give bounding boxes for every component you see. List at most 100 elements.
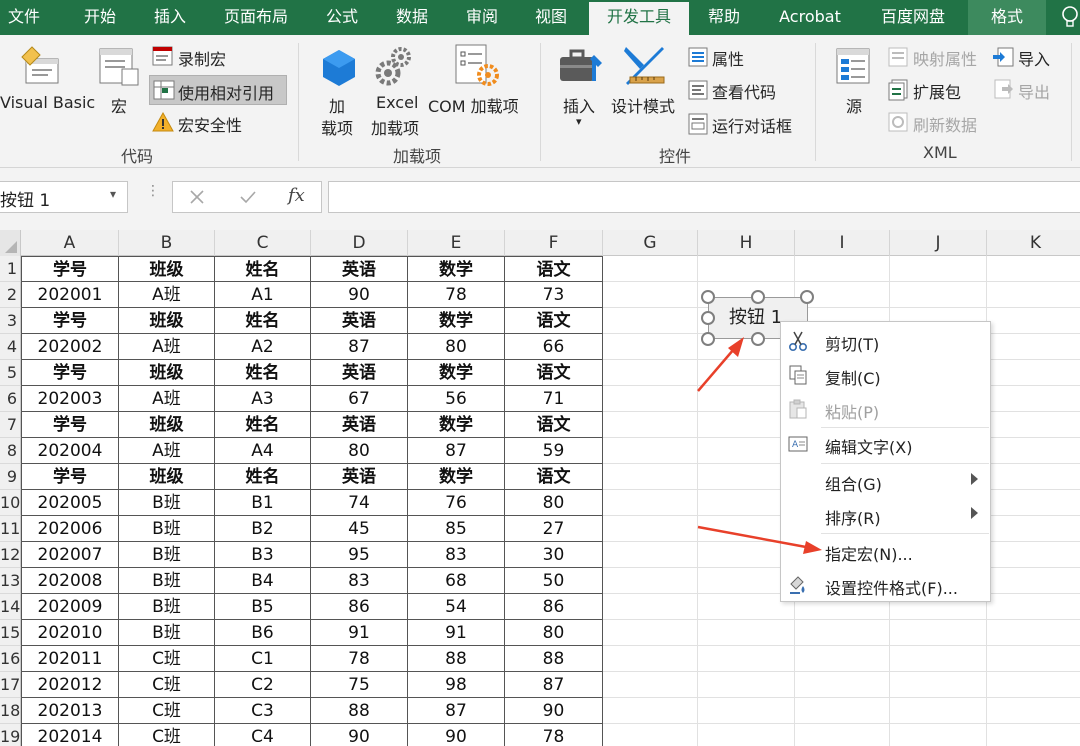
data-cell[interactable]: A班 [119, 386, 215, 412]
data-cell[interactable]: A班 [119, 334, 215, 360]
data-cell[interactable]: 78 [408, 282, 505, 308]
relative-reference-button[interactable]: 使用相对引用 [149, 75, 287, 105]
excel-addins-button-line2[interactable]: 加载项 [371, 115, 419, 139]
data-cell[interactable]: B5 [215, 594, 311, 620]
data-cell[interactable]: 87 [505, 672, 603, 698]
row-header[interactable]: 15 [0, 620, 21, 646]
header-cell[interactable]: 班级 [119, 412, 215, 438]
data-cell[interactable]: 202003 [21, 386, 119, 412]
design-mode-icon[interactable] [622, 43, 668, 89]
resize-handle-bottom-left[interactable] [701, 332, 715, 346]
menu-item-paste[interactable]: 粘贴(P) [781, 392, 990, 426]
com-addins-icon[interactable] [454, 43, 500, 89]
insert-control-button[interactable]: 插入 [563, 93, 595, 117]
column-header-j[interactable]: J [890, 230, 987, 256]
data-cell[interactable]: 90 [311, 282, 408, 308]
data-cell[interactable]: A3 [215, 386, 311, 412]
tab-home[interactable]: 开始 [70, 0, 130, 35]
excel-addins-button-line1[interactable]: Excel [376, 93, 418, 112]
macros-icon[interactable] [98, 45, 142, 89]
tab-help[interactable]: 帮助 [697, 0, 751, 35]
row-header[interactable]: 6 [0, 386, 21, 412]
macro-security-button[interactable]: 宏安全性 [178, 112, 242, 136]
data-cell[interactable]: 98 [408, 672, 505, 698]
header-cell[interactable]: 英语 [311, 308, 408, 334]
lightbulb-icon[interactable] [1060, 5, 1080, 29]
data-cell[interactable]: C3 [215, 698, 311, 724]
data-cell[interactable]: 75 [311, 672, 408, 698]
column-header-i[interactable]: I [795, 230, 890, 256]
data-cell[interactable]: 95 [311, 542, 408, 568]
data-cell[interactable]: C班 [119, 724, 215, 746]
data-cell[interactable]: 66 [505, 334, 603, 360]
row-header[interactable]: 17 [0, 672, 21, 698]
header-cell[interactable]: 姓名 [215, 256, 311, 282]
data-cell[interactable]: B6 [215, 620, 311, 646]
data-cell[interactable]: B班 [119, 568, 215, 594]
data-cell[interactable]: 71 [505, 386, 603, 412]
row-header[interactable]: 1 [0, 256, 21, 282]
tab-baidu-netdisk[interactable]: 百度网盘 [868, 0, 958, 35]
data-cell[interactable]: B班 [119, 490, 215, 516]
toolbox-icon[interactable] [558, 45, 604, 87]
data-cell[interactable]: 87 [408, 698, 505, 724]
data-cell[interactable]: 202006 [21, 516, 119, 542]
design-mode-button[interactable]: 设计模式 [611, 93, 675, 117]
row-header[interactable]: 19 [0, 724, 21, 746]
menu-item-copy[interactable]: 复制(C) [781, 358, 990, 392]
menu-item-group[interactable]: 组合(G) [781, 464, 990, 498]
data-cell[interactable]: 88 [408, 646, 505, 672]
row-header[interactable]: 5 [0, 360, 21, 386]
column-header-f[interactable]: F [505, 230, 603, 256]
data-cell[interactable]: 202009 [21, 594, 119, 620]
header-cell[interactable]: 数学 [408, 412, 505, 438]
data-cell[interactable]: 83 [408, 542, 505, 568]
data-cell[interactable]: 78 [505, 724, 603, 746]
data-cell[interactable]: C班 [119, 698, 215, 724]
data-cell[interactable]: 202001 [21, 282, 119, 308]
menu-item-edit-text[interactable]: A 编辑文字(X) [781, 427, 990, 461]
tab-file[interactable]: 文件 [0, 0, 48, 35]
data-cell[interactable]: 90 [408, 724, 505, 746]
data-cell[interactable]: 56 [408, 386, 505, 412]
header-cell[interactable]: 英语 [311, 360, 408, 386]
data-cell[interactable]: 202004 [21, 438, 119, 464]
column-header-a[interactable]: A [21, 230, 119, 256]
addins-icon[interactable] [322, 49, 356, 87]
data-cell[interactable]: 80 [408, 334, 505, 360]
macros-button[interactable]: 宏 [111, 93, 127, 117]
name-box[interactable]: 按钮 1 ▾ [0, 181, 128, 213]
enter-check-icon[interactable] [239, 189, 257, 205]
tab-data[interactable]: 数据 [385, 0, 439, 35]
tab-developer[interactable]: 开发工具 [589, 2, 689, 37]
resize-handle-bottom[interactable] [751, 332, 765, 346]
data-cell[interactable]: B班 [119, 542, 215, 568]
data-cell[interactable]: 88 [505, 646, 603, 672]
header-cell[interactable]: 班级 [119, 308, 215, 334]
header-cell[interactable]: 语文 [505, 412, 603, 438]
com-addins-button[interactable]: COM 加载项 [428, 93, 519, 117]
data-cell[interactable]: B3 [215, 542, 311, 568]
data-cell[interactable]: 202007 [21, 542, 119, 568]
header-cell[interactable]: 学号 [21, 412, 119, 438]
row-header[interactable]: 8 [0, 438, 21, 464]
header-cell[interactable]: 学号 [21, 308, 119, 334]
select-all-corner[interactable] [0, 230, 21, 256]
cancel-icon[interactable] [189, 189, 205, 205]
header-cell[interactable]: 英语 [311, 412, 408, 438]
header-cell[interactable]: 学号 [21, 360, 119, 386]
data-cell[interactable]: 74 [311, 490, 408, 516]
column-header-h[interactable]: H [698, 230, 795, 256]
row-header[interactable]: 18 [0, 698, 21, 724]
row-header[interactable]: 13 [0, 568, 21, 594]
header-cell[interactable]: 语文 [505, 464, 603, 490]
header-cell[interactable]: 学号 [21, 256, 119, 282]
header-cell[interactable]: 数学 [408, 256, 505, 282]
row-header[interactable]: 16 [0, 646, 21, 672]
header-cell[interactable]: 班级 [119, 256, 215, 282]
header-cell[interactable]: 英语 [311, 256, 408, 282]
data-cell[interactable]: 83 [311, 568, 408, 594]
header-cell[interactable]: 语文 [505, 308, 603, 334]
column-header-g[interactable]: G [603, 230, 698, 256]
data-cell[interactable]: B2 [215, 516, 311, 542]
